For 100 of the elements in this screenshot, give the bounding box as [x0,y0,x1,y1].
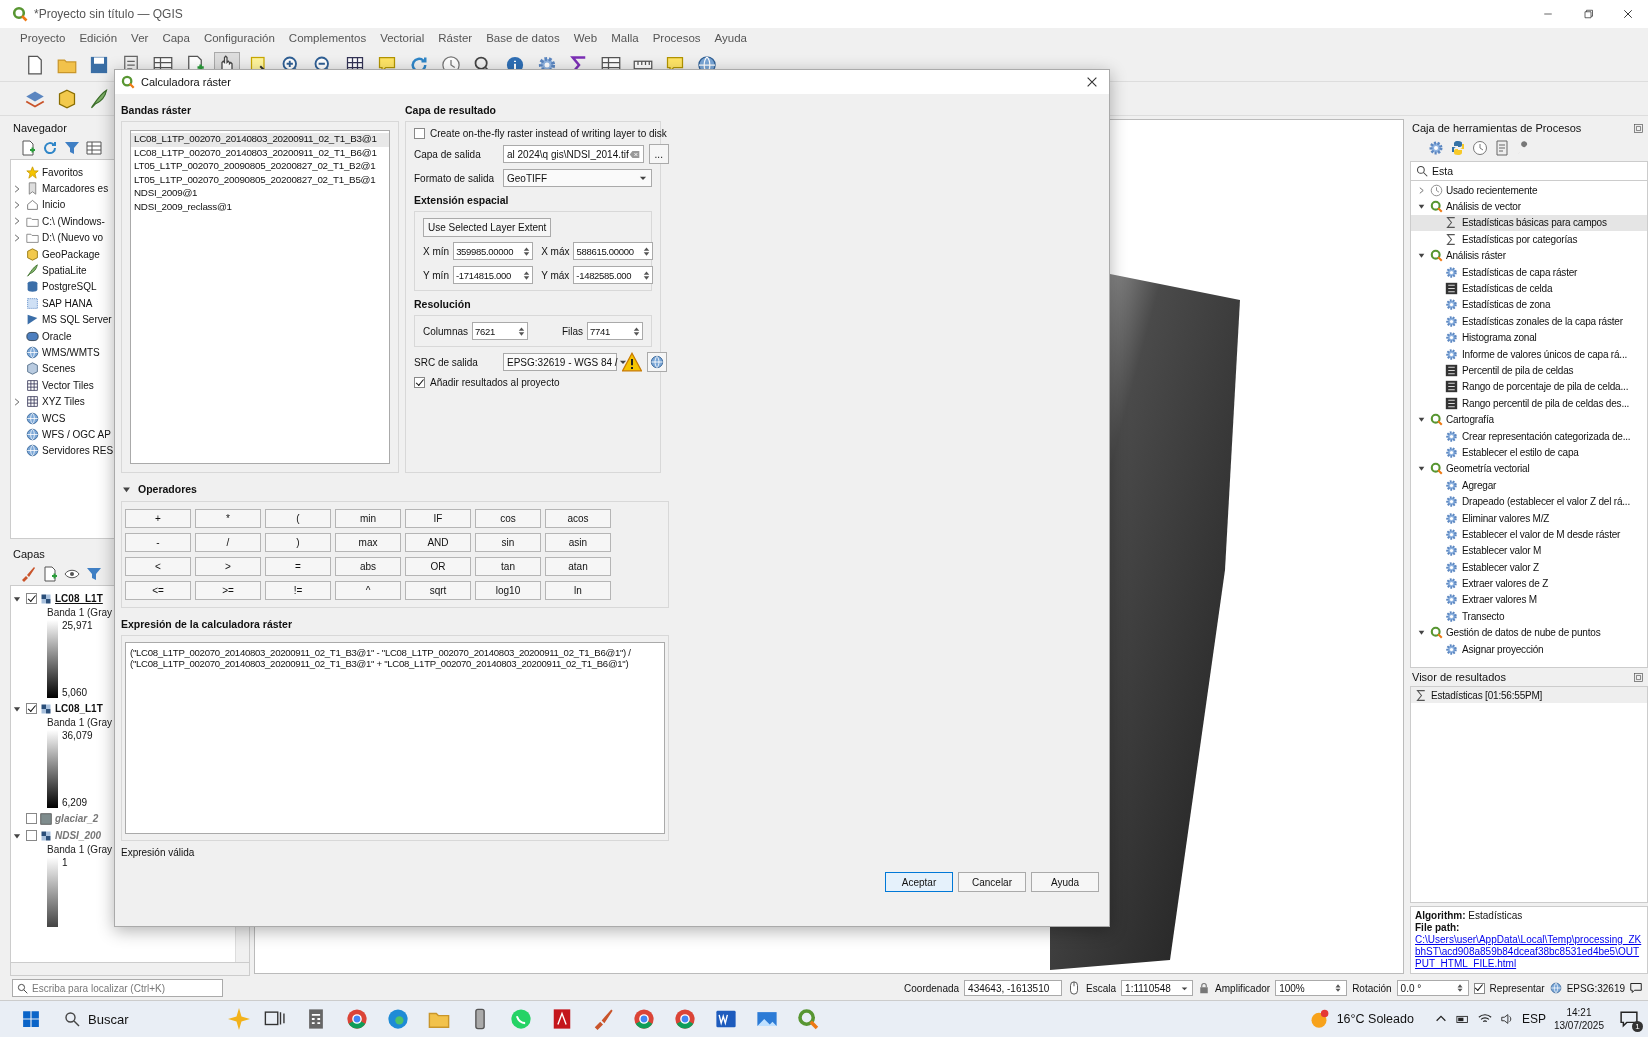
expression-field[interactable]: ("LC08_L1TP_002070_20140803_20200911_02_T1_B3@1" - "LC08_L1TP_002070_20140803_20200911_02_T1_B6@1") / ("LC08_L1TP_002070_20140803_20200911_02_T1_B3@1" + "LC08_L1TP_002070_20140803_20200911_02_T1_B6@1") [125,642,665,834]
menu-item[interactable]: Configuración [203,32,275,44]
tree-item[interactable]: Servidores RES [42,445,114,457]
scale-field[interactable]: 1:1110548 [1121,980,1194,996]
tree-item[interactable]: Estadísticas zonales de la capa ráster [1462,315,1623,327]
tree-group[interactable]: Usado recientemente [1446,184,1538,196]
layer-name[interactable]: NDSI_200 [55,830,102,841]
clock-time[interactable]: 14:21 [1566,1006,1592,1019]
expanded-arrow-icon[interactable] [1416,628,1426,638]
output-file-field[interactable]: al 2024\q gis\NDSI_2014.tif [503,145,644,163]
clock-date[interactable]: 13/07/2025 [1553,1019,1604,1032]
rotation-field[interactable]: 0.0 ° [1396,980,1469,996]
operator-button[interactable]: atan [545,557,611,576]
layer-name[interactable]: LC08_L1T [55,593,103,604]
filter-icon[interactable] [64,140,80,156]
tree-item[interactable]: Vector Tiles [42,379,94,391]
tree-item[interactable]: Estadísticas por categorías [1462,233,1578,245]
crs-select-button[interactable] [647,352,667,372]
menu-item[interactable]: Base de datos [486,32,560,44]
expanded-arrow-icon[interactable] [1416,464,1426,474]
operator-button[interactable]: min [335,509,401,528]
undock-icon[interactable] [1633,122,1644,134]
tree-item[interactable]: Extraer valores M [1462,594,1537,606]
operator-button[interactable]: max [335,533,401,552]
operator-button[interactable]: = [265,557,331,576]
lock-icon[interactable] [1198,982,1211,994]
tree-group[interactable]: Cartografía [1446,414,1494,426]
tree-item[interactable]: Establecer el estilo de capa [1462,446,1579,458]
operator-button[interactable]: OR [405,557,471,576]
menu-item[interactable]: Ráster [438,32,473,44]
operator-button[interactable]: ( [265,509,331,528]
operator-button[interactable]: ln [545,581,611,600]
dialog-button[interactable]: Ayuda [1031,872,1099,892]
render-checkbox[interactable] [1473,982,1485,994]
refresh-icon[interactable] [42,140,58,156]
tree-group[interactable]: Análisis ráster [1446,250,1506,262]
tree-item[interactable]: Establecer valor Z [1462,561,1539,573]
tree-item[interactable]: GeoPackage [42,248,100,260]
tree-item[interactable]: WMS/WMTS [42,347,100,358]
menu-item[interactable]: Ayuda [714,32,747,44]
speaker-icon[interactable] [1499,1012,1514,1026]
expanded-arrow-icon[interactable] [1416,202,1426,212]
menu-item[interactable]: Ver [131,32,149,44]
tree-item[interactable]: Transecto [1462,610,1505,622]
tree-item[interactable]: Extraer valores de Z [1462,578,1549,590]
tree-item[interactable]: XYZ Tiles [42,396,85,408]
notification-icon[interactable] [1620,1010,1638,1028]
tree-item[interactable]: Oracle [42,330,72,342]
layer-extent-button[interactable]: Use Selected Layer Extent [423,218,552,237]
tree-item[interactable]: Histograma zonal [1462,332,1537,344]
locator-field[interactable]: Escriba para localizar (Ctrl+K) [12,979,223,997]
menu-item[interactable]: Web [573,32,598,44]
python-icon[interactable] [1450,140,1466,156]
band-item[interactable]: LT05_L1TP_002070_20090805_20200827_02_T1_B5@1 [131,173,389,187]
tree-item[interactable]: Marcadores es [42,183,109,195]
layer-checkbox[interactable] [26,593,37,604]
tree-item[interactable]: Percentil de pila de celdas [1462,365,1574,376]
tree-item[interactable]: Eliminar valores M/Z [1462,512,1550,524]
operator-button[interactable]: - [125,533,191,552]
operator-button[interactable]: AND [405,533,471,552]
operator-button[interactable]: acos [545,509,611,528]
menu-item[interactable]: Malla [611,32,639,44]
dialog-button[interactable]: Aceptar [885,872,953,892]
language-indicator[interactable]: ESP [1521,1012,1546,1026]
layer-name[interactable]: glaciar_2 [55,813,99,824]
operator-button[interactable]: > [195,557,261,576]
layer-name[interactable]: LC08_L1T [55,703,103,714]
menu-item[interactable]: Procesos [652,32,701,44]
gear-icon[interactable] [1428,140,1444,156]
tree-item[interactable]: WCS [42,412,66,424]
operator-button[interactable]: < [125,557,191,576]
operator-button[interactable]: cos [475,509,541,528]
operator-button[interactable]: ) [265,533,331,552]
format-dropdown[interactable]: GeoTIFF [503,169,652,187]
add-file-icon[interactable] [20,140,36,156]
band-item[interactable]: NDSI_2009_reclass@1 [131,200,389,214]
checkbox[interactable] [414,377,425,388]
table-icon[interactable] [86,140,102,156]
tree-item[interactable]: Agregar [1462,479,1497,491]
menu-item[interactable]: Proyecto [20,32,66,44]
tree-item[interactable]: D:\ (Nuevo vo [42,232,104,244]
layer-checkbox[interactable] [26,830,37,841]
pdf-icon[interactable] [551,1008,573,1030]
globe-icon[interactable] [1549,982,1562,994]
tree-item[interactable]: Inicio [42,199,66,211]
file-path-link[interactable]: C:\Users\user\AppData\Local\Temp\processing_ZKbhST\acd908a859b84dceaf38bc8531ed4be5\OUTPUT_HTML_FILE.html [1415,934,1643,970]
browser-icon[interactable] [387,1008,409,1030]
operator-button[interactable]: != [265,581,331,600]
operator-button[interactable]: IF [405,509,471,528]
menu-item[interactable]: Capa [162,32,190,44]
coordinate-field[interactable]: 434643, -1613510 [964,980,1063,996]
band-item[interactable]: NDSI_2009@1 [131,187,389,201]
band-item[interactable]: LC08_L1TP_002070_20140803_20200911_02_T1_B3@1 [131,133,389,147]
operator-button[interactable]: / [195,533,261,552]
taskbar-search[interactable]: Buscar [54,1006,214,1032]
band-item[interactable]: LC08_L1TP_002070_20140803_20200911_02_T1_B6@1 [131,146,389,160]
tree-item[interactable]: PostgreSQL [42,281,97,293]
operator-button[interactable]: >= [195,581,261,600]
filter-icon[interactable] [86,566,102,582]
checkbox[interactable] [414,128,425,139]
